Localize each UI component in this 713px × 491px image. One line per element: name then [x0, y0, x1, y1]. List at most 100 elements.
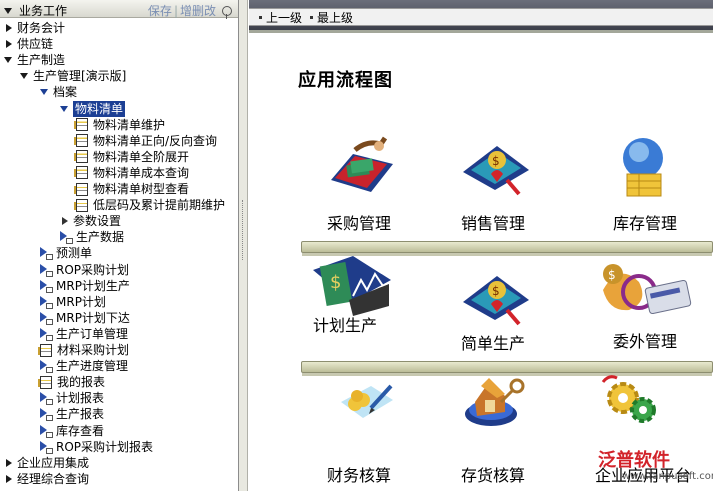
tree-item[interactable]: 物料清单: [60, 100, 126, 117]
module-outsourcing[interactable]: $ 委外管理: [599, 262, 713, 362]
module-purchase[interactable]: 采购管理: [327, 134, 447, 234]
tree-item-label: MRP计划生产: [56, 278, 130, 293]
tree-item-label: 生产制造: [17, 53, 66, 68]
svg-text:$: $: [492, 284, 500, 298]
tree-item[interactable]: 计划报表: [40, 390, 104, 406]
tree-item-label: 物料清单成本查询: [93, 165, 190, 180]
pane-splitter[interactable]: [239, 0, 248, 491]
tree-item-label: 档案: [53, 85, 78, 100]
tree-item[interactable]: 生产数据: [60, 229, 124, 245]
bullet-icon: [310, 15, 314, 19]
module-label: 存货核算: [461, 466, 526, 485]
module-simple-production[interactable]: $ 简单生产: [461, 264, 581, 364]
watermark-url: www.fanpusoft.com: [622, 471, 713, 482]
module-label: 销售管理: [461, 214, 526, 233]
tree-item[interactable]: MRP计划下达: [40, 310, 130, 326]
tree-item[interactable]: 生产订单管理: [40, 326, 128, 342]
svg-text:$: $: [330, 272, 341, 293]
page-title: 应用流程图: [298, 70, 393, 91]
tree-item[interactable]: 生产报表: [40, 406, 104, 422]
collapsed-arrow-icon[interactable]: [4, 39, 14, 49]
tree-item[interactable]: MRP计划: [40, 294, 106, 310]
tree-item[interactable]: 参数设置: [60, 213, 121, 229]
tree-item-label: MRP计划下达: [56, 310, 130, 325]
tree-item[interactable]: 材料采购计划: [38, 342, 129, 358]
toolbar: 上一级 最上级: [249, 0, 713, 33]
module-inventory[interactable]: 库存管理: [613, 134, 713, 234]
tree-item[interactable]: 经理综合查询: [4, 471, 89, 487]
simple-production-icon: $: [463, 276, 529, 326]
document-icon: [74, 182, 88, 196]
panel-title: 业务工作: [19, 4, 68, 18]
tree-item[interactable]: 物料清单树型查看: [74, 181, 189, 197]
tree-item-label: 生产订单管理: [56, 326, 129, 341]
outsourcing-icon: $: [603, 264, 692, 315]
content-panel: 上一级 最上级 应用流程图 采购管理 $ 销售管理 库存管理 $ 计划生产 $ …: [249, 0, 713, 491]
tree-item[interactable]: ROP采购计划报表: [40, 439, 153, 455]
tree-item[interactable]: ROP采购计划: [40, 262, 129, 278]
edit-link[interactable]: 增删改: [180, 2, 216, 19]
tree-item[interactable]: MRP计划生产: [40, 278, 130, 294]
enterprise-platform-icon: [601, 375, 656, 423]
tree-item-label: 企业应用集成: [17, 455, 90, 470]
collapsed-arrow-icon[interactable]: [4, 474, 14, 484]
tree-item[interactable]: 物料清单全阶展开: [74, 149, 190, 165]
tree-item[interactable]: 物料清单正向/反向查询: [74, 133, 217, 149]
tree-item-label: 财务会计: [17, 21, 66, 35]
tree-item[interactable]: 财务会计: [4, 20, 65, 36]
tree-item-label: MRP计划: [56, 294, 106, 309]
tree-item-label: 我的报表: [57, 375, 106, 390]
toolbar-bar: 上一级 最上级: [249, 8, 713, 26]
pin-icon[interactable]: [222, 5, 232, 19]
collapsed-arrow-icon[interactable]: [4, 458, 14, 468]
top-level-label: 最上级: [317, 10, 354, 25]
document-icon: [74, 166, 88, 180]
menu-node-icon: [40, 247, 53, 261]
tree-item[interactable]: 档案: [40, 84, 77, 100]
tree-item[interactable]: 供应链: [4, 36, 53, 52]
navigation-panel: 业务工作 保存 | 增删改 财务会计 供应链 生产制造 生产管理[演示版] 档案 物料清单…: [0, 0, 239, 491]
collapsed-arrow-icon[interactable]: [4, 23, 14, 33]
tree-item[interactable]: 预测单: [40, 245, 92, 261]
tree-item-label: 物料清单全阶展开: [93, 149, 190, 164]
tree-item[interactable]: 生产制造: [4, 52, 65, 68]
tree-item[interactable]: 物料清单维护: [74, 117, 166, 133]
tree-item[interactable]: 生产管理[演示版]: [20, 68, 126, 84]
tree-item[interactable]: 低层码及累计提前期维护: [74, 197, 225, 213]
tree-item-label: 库存查看: [56, 423, 105, 438]
svg-text:$: $: [492, 154, 500, 168]
module-stock-accounting[interactable]: 存货核算: [461, 372, 581, 485]
tree-item[interactable]: 生产进度管理: [40, 358, 128, 374]
module-financial-accounting[interactable]: 财务核算: [327, 372, 447, 485]
module-label: 采购管理: [327, 214, 392, 233]
expanded-arrow-icon[interactable]: [60, 104, 70, 114]
bullet-icon: [259, 15, 262, 19]
document-icon: [74, 150, 88, 164]
panel-title-wrap[interactable]: 业务工作: [4, 2, 67, 19]
module-label: 简单生产: [461, 334, 526, 353]
expanded-arrow-icon[interactable]: [4, 55, 14, 65]
module-plan-production[interactable]: $ 计划生产: [313, 250, 433, 350]
expanded-arrow-icon[interactable]: [20, 71, 30, 81]
module-sales[interactable]: $ 销售管理: [461, 134, 581, 234]
tree-item[interactable]: 物料清单成本查询: [74, 165, 190, 181]
collapse-arrow-icon[interactable]: [4, 6, 14, 16]
menu-node-icon: [40, 392, 53, 406]
tree-item[interactable]: 库存查看: [40, 423, 104, 439]
menu-node-icon: [40, 440, 53, 454]
tree-item-label: 物料清单维护: [93, 117, 166, 132]
tree-item[interactable]: 我的报表: [38, 374, 106, 390]
collapsed-arrow-icon[interactable]: [60, 216, 70, 226]
save-link[interactable]: 保存: [148, 2, 172, 19]
up-level-label: 上一级: [266, 10, 303, 25]
tree-item[interactable]: 企业应用集成: [4, 455, 89, 471]
up-level-button[interactable]: 上一级: [259, 9, 302, 26]
tree-item-label: 预测单: [56, 246, 93, 261]
document-icon: [38, 343, 52, 357]
brand-watermark: 泛普软件: [598, 450, 670, 471]
tree-item-label: 供应链: [17, 37, 54, 52]
tree-item-label: 生产进度管理: [56, 359, 129, 374]
expanded-arrow-icon[interactable]: [40, 87, 50, 97]
menu-node-icon: [40, 360, 53, 374]
top-level-button[interactable]: 最上级: [310, 9, 353, 26]
